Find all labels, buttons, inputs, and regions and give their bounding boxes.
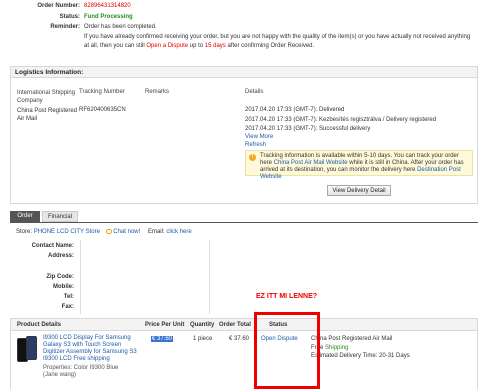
warning-icon: ! xyxy=(249,154,256,161)
view-delivery-detail-button[interactable]: View Delivery Detail xyxy=(327,185,391,196)
reminder-days: 15 days xyxy=(204,43,226,49)
contact-name-label: Contact Name: xyxy=(31,243,74,249)
store-name-link[interactable]: PHONE LCD CITY Store xyxy=(34,229,100,235)
header-quantity: Quantity xyxy=(190,322,215,328)
store-line: Store: PHONE LCD CITY Store Chat now! Em… xyxy=(16,229,316,235)
tracking-notice: ! Tracking information is available with… xyxy=(245,150,473,180)
tracking-event-1: 2017.04.20 17:33 (GMT-7): Delivered xyxy=(245,107,345,113)
tab-order[interactable]: Order xyxy=(10,211,40,222)
product-quantity: 1 piece xyxy=(193,336,213,342)
logistics-company: China Post Registered Air Mail xyxy=(17,108,78,122)
product-price: € 37.60 xyxy=(151,336,174,342)
logistics-title: Logistics Information: xyxy=(11,67,477,78)
product-panel: Product Details Price Per Unit Quantity … xyxy=(10,318,478,389)
order-reminder-label: Reminder: xyxy=(50,24,80,30)
reminder-up-to: up to xyxy=(189,43,204,49)
logistics-header-details: Details xyxy=(245,89,264,95)
store-label: Store: xyxy=(16,229,33,236)
product-price-value: € 37.60 xyxy=(151,336,174,342)
refresh-link[interactable]: Refresh xyxy=(245,142,266,148)
reminder-after: after confirming Order Received. xyxy=(227,43,315,49)
tracking-event-2: 2017.04.20 17:33 (GMT-7): Kezbesítés reg… xyxy=(245,117,437,123)
order-number-value: 82896431314820 xyxy=(84,3,131,9)
logistics-header-company: International Shipping Company xyxy=(17,90,76,104)
annotation-text: EZ ITT MI LENNE? xyxy=(256,293,318,300)
contact-box xyxy=(80,240,210,314)
annotation-red-box xyxy=(254,312,320,389)
logistics-panel: Logistics Information: International Shi… xyxy=(10,66,478,204)
open-dispute-link[interactable]: Open a Dispute xyxy=(146,43,188,49)
tracking-event-3: 2017.04.20 17:33 (GMT-7): Successful del… xyxy=(245,126,371,132)
product-name-link[interactable]: I9300 LCD Display For Samsung Galaxy S3 … xyxy=(43,335,139,363)
header-order-total: Order Total xyxy=(219,322,251,328)
product-image[interactable] xyxy=(17,336,39,364)
reminder-detail: If you have already confirmed receiving … xyxy=(84,33,474,51)
tab-financial[interactable]: Financial xyxy=(42,211,78,222)
header-product-details: Product Details xyxy=(17,322,62,328)
fax-label: Fax: xyxy=(61,304,74,310)
zip-code-label: Zip Code: xyxy=(46,274,74,280)
logistics-header-tracking: Tracking Number xyxy=(79,89,125,95)
shipping-company: China Post Registered Air Mail xyxy=(311,336,393,342)
china-post-website-link[interactable]: China Post Air Mail Website xyxy=(274,160,348,166)
header-price-per-unit: Price Per Unit xyxy=(145,322,185,328)
order-status-label: Status: xyxy=(59,14,80,20)
logistics-tracking: RF620400635CN xyxy=(79,107,126,113)
phone-image-back xyxy=(26,336,37,360)
view-more-link[interactable]: View More xyxy=(245,134,273,140)
order-status-value: Fund Processing xyxy=(84,14,133,20)
email-link[interactable]: click here xyxy=(166,229,191,235)
store-chat-icon[interactable] xyxy=(105,229,112,234)
address-label: Address: xyxy=(47,253,74,259)
product-properties: Properties: Color I9300 Blue xyxy=(43,365,119,371)
mobile-label: Mobile: xyxy=(53,284,74,290)
chat-now-link[interactable]: Chat now! xyxy=(113,229,140,235)
delivery-time: Estimated Delivery Time: 20-31 Days xyxy=(311,353,410,359)
email-label: Email: xyxy=(147,229,165,236)
product-seller: (Jane wang) xyxy=(43,372,77,378)
tabs-divider xyxy=(10,222,478,223)
order-number-label: Order Number: xyxy=(37,3,80,9)
tel-label: Tel: xyxy=(63,294,74,300)
product-total: € 37.60 xyxy=(229,336,250,342)
shipping-free-suffix: Shipping xyxy=(325,345,349,351)
order-reminder-value: Order has been completed. xyxy=(84,24,157,30)
logistics-header-remarks: Remarks xyxy=(145,89,170,95)
